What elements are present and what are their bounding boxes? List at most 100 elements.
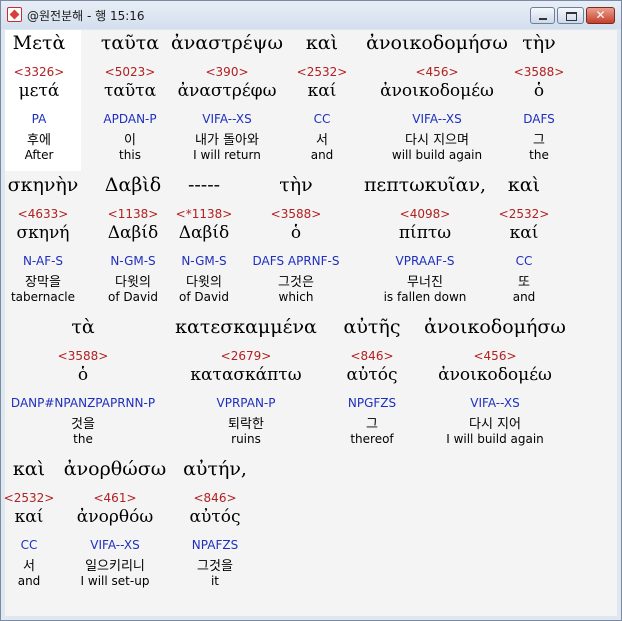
word-lemma: αὐτός — [346, 365, 398, 385]
word-eng: and — [17, 574, 41, 588]
word-greek[interactable]: τὴν — [279, 174, 312, 196]
word-num[interactable]: <461> — [93, 491, 136, 505]
word-greek[interactable]: σκηνὴν — [8, 174, 79, 196]
word-lemma: ἀνοικοδομέω — [380, 81, 494, 101]
word-num[interactable]: <2532> — [297, 65, 348, 79]
word-parse: CC — [313, 112, 331, 126]
word-greek[interactable]: αὐτῆς — [344, 316, 401, 338]
word-lemma: ἀνορθόω — [76, 507, 154, 527]
word-lemma: σκηνή — [16, 223, 70, 243]
word-greek[interactable]: τὴν — [522, 32, 555, 54]
word-num[interactable]: <2532> — [499, 207, 550, 221]
word-num[interactable]: <2532> — [4, 491, 55, 505]
maximize-button[interactable] — [557, 7, 584, 24]
word-eng: thereof — [350, 432, 394, 446]
word-num[interactable]: <456> — [415, 65, 458, 79]
word-lemma: ταῦτα — [103, 81, 157, 101]
word-num[interactable]: <3326> — [14, 65, 65, 79]
word-kor: 다윗의 — [186, 275, 222, 290]
close-button[interactable]: ✕ — [586, 7, 615, 24]
word-eng: I will set-up — [80, 574, 150, 588]
word-greek[interactable]: Μετὰ — [13, 32, 66, 54]
word-kor: 서 — [316, 133, 328, 148]
word-greek[interactable]: ἀναστρέψω — [171, 32, 283, 54]
word-num[interactable]: <3588> — [514, 65, 565, 79]
minimize-icon — [531, 8, 554, 23]
word-lemma: ὁ — [533, 81, 545, 101]
word-parse: VIFA--XS — [412, 112, 462, 126]
word-parse: CC — [20, 538, 38, 552]
word-eng: tabernacle — [10, 290, 76, 304]
word-eng: ruins — [231, 432, 261, 446]
word-kor: 일으키리니 — [85, 559, 145, 574]
word-num[interactable]: <456> — [473, 349, 516, 363]
word-kor: 다시 지어 — [469, 417, 521, 432]
word-kor: 이 — [124, 133, 136, 148]
word-greek[interactable]: καὶ — [306, 32, 338, 54]
word-kor: 장막을 — [25, 275, 61, 290]
word-parse: VPRAAF-S — [395, 254, 455, 268]
word-num[interactable]: <2679> — [221, 349, 272, 363]
word-eng: and — [310, 148, 334, 162]
word-num[interactable]: <3588> — [58, 349, 109, 363]
word-kor: 다윗의 — [115, 275, 151, 290]
word-num[interactable]: <4633> — [18, 207, 69, 221]
word-lemma: ὁ — [290, 223, 302, 243]
app-icon[interactable] — [7, 7, 22, 22]
word-parse: NPGFZS — [347, 396, 397, 410]
window-title: @원전분해 - 행 15:16 — [27, 9, 145, 23]
word-eng: I will build again — [446, 432, 544, 446]
word-parse: DAFS — [523, 112, 555, 126]
word-num[interactable]: <390> — [205, 65, 248, 79]
word-lemma: καί — [509, 223, 539, 243]
word-parse: NPAFZS — [191, 538, 239, 552]
word-greek[interactable]: ταῦτα — [101, 32, 159, 54]
word-greek[interactable]: κατεσκαμμένα — [175, 316, 317, 338]
word-lemma: ὁ — [77, 365, 89, 385]
word-eng: it — [210, 574, 220, 588]
word-eng: the — [73, 432, 93, 446]
word-lemma: πίπτω — [398, 223, 452, 243]
word-parse: PA — [31, 112, 47, 126]
minimize-button[interactable] — [530, 7, 555, 24]
word-lemma: αὐτός — [189, 507, 241, 527]
word-kor: 그것을 — [197, 559, 233, 574]
word-eng: of David — [107, 290, 159, 304]
word-lemma: κατασκάπτω — [190, 365, 302, 385]
word-eng: and — [512, 290, 536, 304]
word-num[interactable]: <4098> — [400, 207, 451, 221]
word-greek[interactable]: ἀνοικοδομήσω — [424, 316, 566, 338]
word-num[interactable]: <846> — [193, 491, 236, 505]
word-greek[interactable]: πεπτωκυῖαν, — [364, 174, 486, 196]
word-kor: 그것은 — [278, 275, 314, 290]
word-kor: 내가 돌아와 — [195, 133, 259, 148]
word-num[interactable]: <1138> — [108, 207, 159, 221]
word-kor: 후에 — [27, 133, 51, 148]
word-greek[interactable]: αὐτήν, — [183, 458, 247, 480]
close-icon: ✕ — [595, 8, 606, 22]
word-num[interactable]: <846> — [350, 349, 393, 363]
word-eng: which — [278, 290, 314, 304]
word-greek[interactable]: τὰ — [71, 316, 94, 338]
word-greek[interactable]: καὶ — [508, 174, 540, 196]
word-greek[interactable]: ----- — [188, 174, 220, 196]
word-kor: 퇴락한 — [228, 417, 264, 432]
title-bar[interactable]: @원전분해 - 행 15:16 ✕ — [1, 1, 621, 29]
word-num[interactable]: <*1138> — [176, 207, 233, 221]
word-num[interactable]: <3588> — [271, 207, 322, 221]
word-parse: DANP#NPANZPAPRNN-P — [10, 396, 156, 410]
word-eng: I will return — [193, 148, 261, 162]
word-eng: the — [529, 148, 549, 162]
interlinear-panel: Μετὰ <3326> μετά PA 후에 After ταῦτα <5023> ταῦτα A… — [4, 30, 617, 616]
word-lemma: Δαβίδ — [107, 223, 159, 243]
word-kor: 무너진 — [407, 275, 443, 290]
word-parse: VPRPAN-P — [216, 396, 276, 410]
word-num[interactable]: <5023> — [105, 65, 156, 79]
word-greek[interactable]: καὶ — [13, 458, 45, 480]
word-parse: N-AF-S — [22, 254, 64, 268]
word-greek[interactable]: Δαβὶδ — [105, 174, 161, 196]
word-eng: of David — [178, 290, 230, 304]
word-greek[interactable]: ἀνοικοδομήσω — [366, 32, 508, 54]
word-greek[interactable]: ἀνορθώσω — [64, 458, 166, 480]
word-parse: VIFA--XS — [470, 396, 520, 410]
